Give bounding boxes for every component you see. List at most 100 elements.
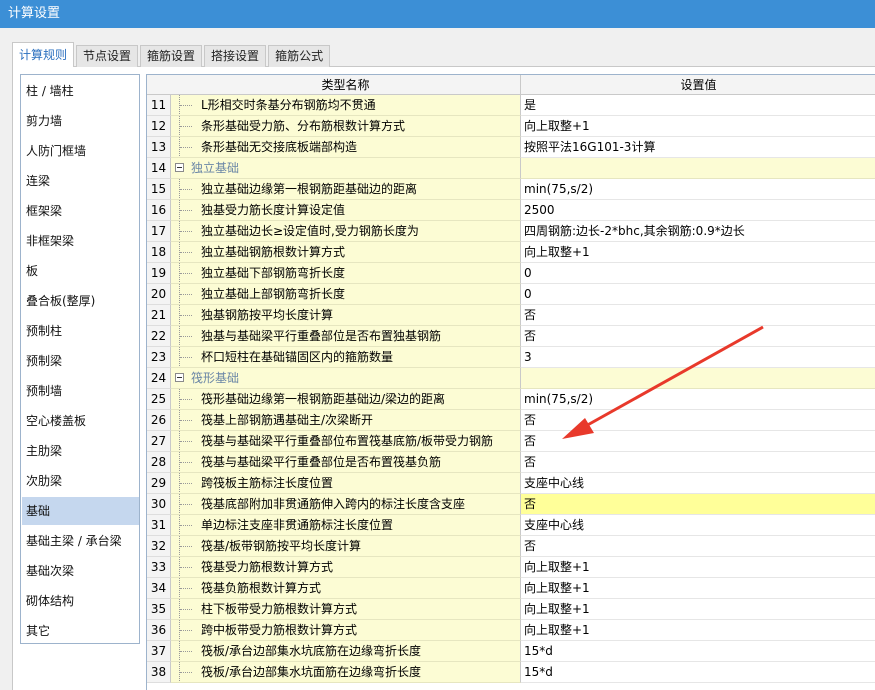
group-label: 独立基础 (191, 161, 240, 175)
row-number: 32 (147, 536, 171, 557)
value-cell[interactable]: 支座中心线 (521, 473, 875, 494)
table-row[interactable]: 22 独基与基础梁平行重叠部位是否布置独基钢筋 否 (147, 326, 875, 347)
table-row[interactable]: 29 跨筏板主筋标注长度位置 支座中心线 (147, 473, 875, 494)
sidebar-item[interactable]: 基础主梁 / 承台梁 (22, 527, 139, 555)
table-row[interactable]: 28 筏基与基础梁平行重叠部位是否布置筏基负筋 否 (147, 452, 875, 473)
sidebar-item[interactable]: 主肋梁 (22, 437, 139, 465)
sidebar-item[interactable]: 其它 (22, 617, 139, 645)
tree-line-icon (179, 326, 192, 346)
sidebar-item[interactable]: 柱 / 墙柱 (22, 77, 139, 105)
sidebar-item[interactable]: 预制柱 (22, 317, 139, 345)
value-cell[interactable]: 向上取整+1 (521, 578, 875, 599)
sidebar-item[interactable]: 预制墙 (22, 377, 139, 405)
table-row[interactable]: 33 筏基受力筋根数计算方式 向上取整+1 (147, 557, 875, 578)
settings-grid: 类型名称 设置值 11 L形相交时条基分布钢筋均不贯通 是 12 条形基础受力筋、分布筋… (146, 74, 875, 690)
sidebar-item[interactable]: 基础 (22, 497, 139, 525)
value-cell[interactable]: 向上取整+1 (521, 599, 875, 620)
tab-3[interactable]: 搭接设置 (204, 45, 267, 67)
value-cell[interactable]: 否 (521, 494, 875, 515)
table-row[interactable]: 23 杯口短柱在基础锚固区内的箍筋数量 3 (147, 347, 875, 368)
table-row[interactable]: 26 筏基上部钢筋遇基础主/次梁断开 否 (147, 410, 875, 431)
value-cell[interactable]: 2500 (521, 200, 875, 221)
sidebar-item[interactable]: 人防门框墙 (22, 137, 139, 165)
tab-1[interactable]: 节点设置 (76, 45, 139, 67)
row-number: 22 (147, 326, 171, 347)
value-cell[interactable]: 15*d (521, 641, 875, 662)
sidebar-item[interactable]: 空心楼盖板 (22, 407, 139, 435)
table-row[interactable]: 32 筏基/板带钢筋按平均长度计算 否 (147, 536, 875, 557)
value-cell[interactable]: 否 (521, 305, 875, 326)
sidebar-item[interactable]: 次肋梁 (22, 467, 139, 495)
table-row[interactable]: 34 筏基负筋根数计算方式 向上取整+1 (147, 578, 875, 599)
value-cell[interactable]: 支座中心线 (521, 515, 875, 536)
table-row[interactable]: 12 条形基础受力筋、分布筋根数计算方式 向上取整+1 (147, 116, 875, 137)
table-row[interactable]: 27 筏基与基础梁平行重叠部位布置筏基底筋/板带受力钢筋 否 (147, 431, 875, 452)
tree-line-icon (179, 305, 192, 325)
tab-0[interactable]: 计算规则 (12, 42, 75, 67)
value-cell[interactable]: min(75,s/2) (521, 179, 875, 200)
sidebar-item[interactable]: 预制梁 (22, 347, 139, 375)
sidebar-item[interactable]: 基础次梁 (22, 557, 139, 585)
table-row[interactable]: 36 跨中板带受力筋根数计算方式 向上取整+1 (147, 620, 875, 641)
sidebar-item[interactable]: 砌体结构 (22, 587, 139, 615)
tree-line-icon (179, 263, 192, 283)
tab-2[interactable]: 箍筋设置 (140, 45, 203, 67)
table-row[interactable]: 16 独基受力筋长度计算设定值 2500 (147, 200, 875, 221)
group-label: 筏形基础 (191, 371, 240, 385)
collapse-icon[interactable] (175, 373, 184, 382)
table-row[interactable]: 37 筏板/承台边部集水坑底筋在边缘弯折长度 15*d (147, 641, 875, 662)
table-row[interactable]: 11 L形相交时条基分布钢筋均不贯通 是 (147, 95, 875, 116)
table-row[interactable]: 15 独立基础边缘第一根钢筋距基础边的距离 min(75,s/2) (147, 179, 875, 200)
value-cell[interactable]: 否 (521, 410, 875, 431)
setting-label: 筏基/板带钢筋按平均长度计算 (201, 539, 362, 553)
value-cell[interactable]: 按照平法16G101-3计算 (521, 137, 875, 158)
table-row[interactable]: 30 筏基底部附加非贯通筋伸入跨内的标注长度含支座 否 (147, 494, 875, 515)
row-number: 15 (147, 179, 171, 200)
collapse-icon[interactable] (175, 163, 184, 172)
column-header-name[interactable]: 类型名称 (171, 75, 521, 95)
table-row[interactable]: 35 柱下板带受力筋根数计算方式 向上取整+1 (147, 599, 875, 620)
column-header-value[interactable]: 设置值 (521, 75, 875, 95)
name-cell: 独立基础边缘第一根钢筋距基础边的距离 (171, 179, 521, 200)
sidebar-item[interactable]: 非框架梁 (22, 227, 139, 255)
table-row[interactable]: 18 独立基础钢筋根数计算方式 向上取整+1 (147, 242, 875, 263)
table-row[interactable]: 38 筏板/承台边部集水坑面筋在边缘弯折长度 15*d (147, 662, 875, 683)
name-cell: 条形基础受力筋、分布筋根数计算方式 (171, 116, 521, 137)
setting-label: 独立基础上部钢筋弯折长度 (201, 287, 346, 301)
tree-line-icon (179, 95, 192, 115)
tab-4[interactable]: 箍筋公式 (268, 45, 331, 67)
table-row[interactable]: 17 独立基础边长≥设定值时,受力钢筋长度为 四周钢筋:边长-2*bhc,其余钢筋:… (147, 221, 875, 242)
table-row[interactable]: 13 条形基础无交接底板端部构造 按照平法16G101-3计算 (147, 137, 875, 158)
row-number: 27 (147, 431, 171, 452)
value-cell[interactable]: 向上取整+1 (521, 116, 875, 137)
sidebar-item[interactable]: 连梁 (22, 167, 139, 195)
value-cell[interactable]: 否 (521, 431, 875, 452)
value-cell[interactable]: 向上取整+1 (521, 242, 875, 263)
value-cell[interactable]: 3 (521, 347, 875, 368)
value-cell[interactable]: 否 (521, 536, 875, 557)
table-row[interactable]: 31 单边标注支座非贯通筋标注长度位置 支座中心线 (147, 515, 875, 536)
sidebar-item[interactable]: 叠合板(整厚) (22, 287, 139, 315)
sidebar-item[interactable]: 剪力墙 (22, 107, 139, 135)
table-row[interactable]: 25 筏形基础边缘第一根钢筋距基础边/梁边的距离 min(75,s/2) (147, 389, 875, 410)
tree-line-icon (179, 221, 192, 241)
value-cell[interactable]: 0 (521, 263, 875, 284)
group-row[interactable]: 24 筏形基础 (147, 368, 875, 389)
value-cell[interactable]: 否 (521, 326, 875, 347)
group-row[interactable]: 14 独立基础 (147, 158, 875, 179)
value-cell[interactable]: 是 (521, 95, 875, 116)
name-cell: 跨筏板主筋标注长度位置 (171, 473, 521, 494)
sidebar-item[interactable]: 框架梁 (22, 197, 139, 225)
value-cell[interactable]: 否 (521, 452, 875, 473)
value-cell[interactable]: 向上取整+1 (521, 620, 875, 641)
sidebar-item[interactable]: 板 (22, 257, 139, 285)
group-name-cell: 筏形基础 (171, 368, 521, 389)
value-cell[interactable]: 向上取整+1 (521, 557, 875, 578)
table-row[interactable]: 19 独立基础下部钢筋弯折长度 0 (147, 263, 875, 284)
table-row[interactable]: 21 独基钢筋按平均长度计算 否 (147, 305, 875, 326)
table-row[interactable]: 20 独立基础上部钢筋弯折长度 0 (147, 284, 875, 305)
value-cell[interactable]: min(75,s/2) (521, 389, 875, 410)
value-cell[interactable]: 四周钢筋:边长-2*bhc,其余钢筋:0.9*边长 (521, 221, 875, 242)
value-cell[interactable]: 15*d (521, 662, 875, 683)
value-cell[interactable]: 0 (521, 284, 875, 305)
